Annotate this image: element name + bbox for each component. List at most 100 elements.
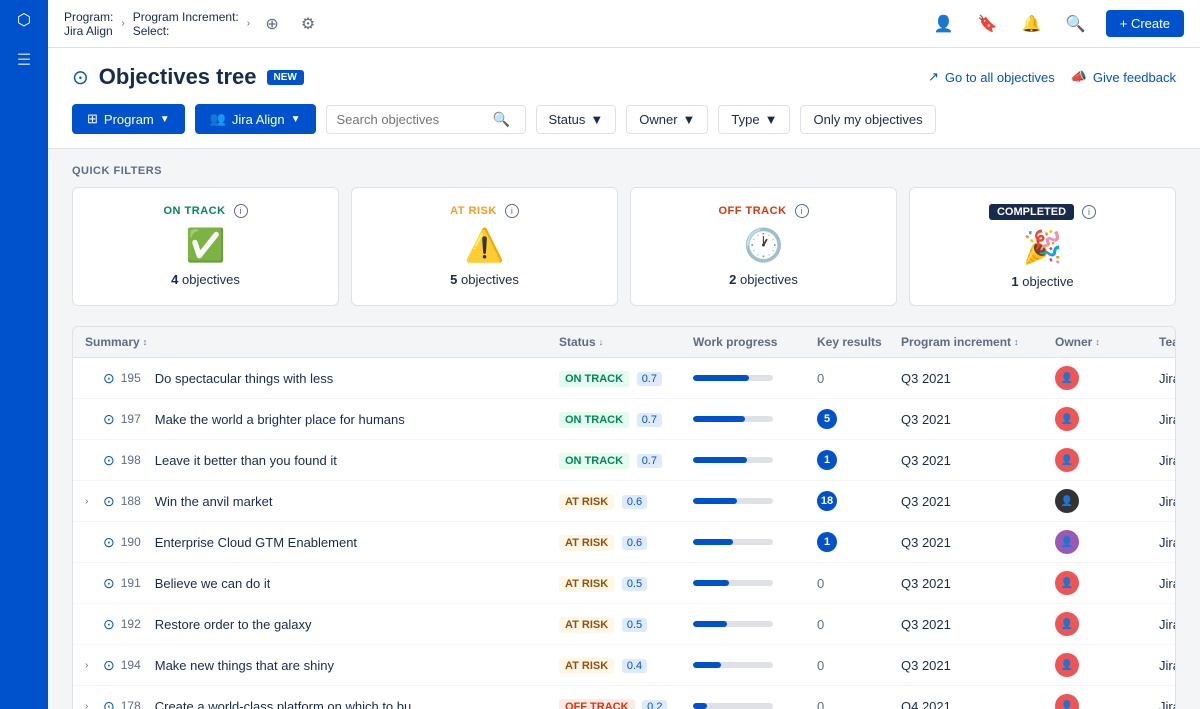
- completed-info-icon[interactable]: i: [1082, 205, 1096, 219]
- expand-arrow[interactable]: ›: [85, 701, 97, 709]
- col-summary-header[interactable]: Summary ↕: [85, 335, 555, 349]
- app-container: ⬡ ☰ Program: Jira Align › Program Increm…: [0, 0, 1200, 709]
- on-track-info-icon[interactable]: i: [234, 204, 248, 218]
- obj-id: 188: [121, 494, 149, 508]
- obj-name[interactable]: Win the anvil market: [155, 494, 273, 509]
- col-progress: [693, 416, 813, 422]
- only-my-objectives-button[interactable]: Only my objectives: [800, 105, 935, 134]
- key-results-zero: 0: [817, 617, 824, 632]
- table-row: › ⊙ 188 Win the anvil market AT RISK 0.6…: [73, 481, 1175, 522]
- col-status: ON TRACK 0.7: [559, 411, 689, 428]
- status-filter-button[interactable]: Status ▼: [536, 105, 617, 134]
- col-progress: [693, 580, 813, 586]
- create-button[interactable]: + Create: [1106, 10, 1184, 37]
- col-owner: 👤: [1055, 448, 1155, 472]
- jira-align-filter-label: Jira Align: [232, 112, 285, 127]
- progress-bar: [693, 539, 773, 545]
- obj-name[interactable]: Leave it better than you found it: [155, 453, 337, 468]
- objective-icon: ⊙: [103, 452, 115, 469]
- at-risk-info-icon[interactable]: i: [505, 204, 519, 218]
- table-row: › ⊙ 198 Leave it better than you found i…: [73, 440, 1175, 481]
- pi-sort-icon: ↕: [1014, 337, 1019, 347]
- progress-bar: [693, 580, 773, 586]
- table-body: › ⊙ 195 Do spectacular things with less …: [73, 358, 1175, 709]
- objective-icon: ⊙: [103, 493, 115, 510]
- status-card-off-track[interactable]: OFF TRACK i 🕐 2 objectives: [630, 187, 897, 306]
- status-score: 0.6: [622, 495, 647, 509]
- bell-icon[interactable]: 🔔: [1018, 10, 1046, 38]
- settings-nav-icon[interactable]: ⚙: [294, 10, 322, 38]
- col-team: Jira Align: [1159, 658, 1176, 673]
- add-nav-icon[interactable]: ⊕: [258, 10, 286, 38]
- expand-arrow[interactable]: ›: [85, 660, 97, 671]
- col-team-header[interactable]: Team ↕: [1159, 335, 1176, 349]
- new-badge: NEW: [267, 70, 304, 85]
- col-summary: › ⊙ 188 Win the anvil market: [85, 493, 555, 510]
- owner-filter-button[interactable]: Owner ▼: [626, 105, 708, 134]
- owner-sort-icon: ↕: [1095, 337, 1100, 347]
- col-pi: Q3 2021: [901, 576, 1051, 591]
- col-team: Jira Align: [1159, 371, 1176, 386]
- key-results-badge: 5: [817, 409, 837, 429]
- key-results-zero: 0: [817, 576, 824, 591]
- col-pi: Q3 2021: [901, 371, 1051, 386]
- sidebar-nav-icon[interactable]: ☰: [0, 40, 48, 80]
- col-team: Jira Align: [1159, 494, 1176, 509]
- obj-name[interactable]: Create a world-class platform on which t…: [155, 699, 422, 709]
- give-feedback-button[interactable]: 📣 Give feedback: [1071, 69, 1176, 85]
- status-score: 0.7: [637, 372, 662, 386]
- col-summary: › ⊙ 198 Leave it better than you found i…: [85, 452, 555, 469]
- give-feedback-label: Give feedback: [1093, 70, 1176, 85]
- program-nav-item[interactable]: Program: Jira Align: [64, 10, 113, 38]
- col-summary: › ⊙ 190 Enterprise Cloud GTM Enablement: [85, 534, 555, 551]
- status-filter-label: Status: [549, 112, 586, 127]
- page-title: ⊙ Objectives tree NEW: [72, 64, 304, 90]
- progress-fill: [693, 621, 727, 627]
- col-status: AT RISK 0.5: [559, 616, 689, 633]
- obj-name[interactable]: Believe we can do it: [155, 576, 271, 591]
- search-box[interactable]: 🔍: [326, 105, 526, 134]
- obj-name[interactable]: Restore order to the galaxy: [155, 617, 312, 632]
- sidebar-home-icon[interactable]: ⬡: [0, 0, 48, 40]
- program-filter-button[interactable]: ⊞ Program ▼: [72, 104, 185, 134]
- col-summary: › ⊙ 192 Restore order to the galaxy: [85, 616, 555, 633]
- search-icon[interactable]: 🔍: [1062, 10, 1090, 38]
- col-status-header[interactable]: Status ↓: [559, 335, 689, 349]
- obj-name[interactable]: Enterprise Cloud GTM Enablement: [155, 535, 357, 550]
- jira-align-filter-button[interactable]: 👥 Jira Align ▼: [195, 104, 316, 134]
- col-team: Jira Align: [1159, 699, 1176, 709]
- status-badge: AT RISK: [559, 535, 614, 551]
- col-owner-header[interactable]: Owner ↕: [1055, 335, 1155, 349]
- objective-icon: ⊙: [103, 411, 115, 428]
- obj-name[interactable]: Do spectacular things with less: [155, 371, 333, 386]
- status-card-on-track[interactable]: ON TRACK i ✅ 4 objectives: [72, 187, 339, 306]
- obj-name[interactable]: Make new things that are shiny: [155, 658, 334, 673]
- search-input[interactable]: [337, 112, 487, 127]
- objective-icon: ⊙: [103, 575, 115, 592]
- jira-align-filter-icon: 👥: [210, 111, 226, 127]
- progress-bar: [693, 375, 773, 381]
- user-icon[interactable]: 👤: [930, 10, 958, 38]
- type-filter-button[interactable]: Type ▼: [718, 105, 790, 134]
- status-card-at-risk[interactable]: AT RISK i ⚠️ 5 objectives: [351, 187, 618, 306]
- owner-avatar: 👤: [1055, 653, 1079, 677]
- status-card-completed[interactable]: COMPLETED i 🎉 1 objective: [909, 187, 1176, 306]
- off-track-info-icon[interactable]: i: [795, 204, 809, 218]
- page-actions: ↗ Go to all objectives 📣 Give feedback: [928, 69, 1176, 85]
- table-row: › ⊙ 195 Do spectacular things with less …: [73, 358, 1175, 399]
- program-filter-chevron: ▼: [160, 114, 170, 125]
- go-to-objectives-link[interactable]: ↗ Go to all objectives: [928, 69, 1055, 85]
- status-badge: OFF TRACK: [559, 699, 635, 709]
- pi-nav-item[interactable]: Program Increment: Select:: [133, 10, 239, 38]
- status-badge: AT RISK: [559, 576, 614, 592]
- expand-arrow[interactable]: ›: [85, 496, 97, 507]
- status-score: 0.5: [622, 618, 647, 632]
- col-summary: › ⊙ 194 Make new things that are shiny: [85, 657, 555, 674]
- col-pi: Q3 2021: [901, 658, 1051, 673]
- col-owner: 👤: [1055, 366, 1155, 390]
- obj-name[interactable]: Make the world a brighter place for huma…: [155, 412, 405, 427]
- status-score: 0.5: [622, 577, 647, 591]
- col-team: Jira Align: [1159, 535, 1176, 550]
- col-pi-header[interactable]: Program increment ↕: [901, 335, 1051, 349]
- bookmark-icon[interactable]: 🔖: [974, 10, 1002, 38]
